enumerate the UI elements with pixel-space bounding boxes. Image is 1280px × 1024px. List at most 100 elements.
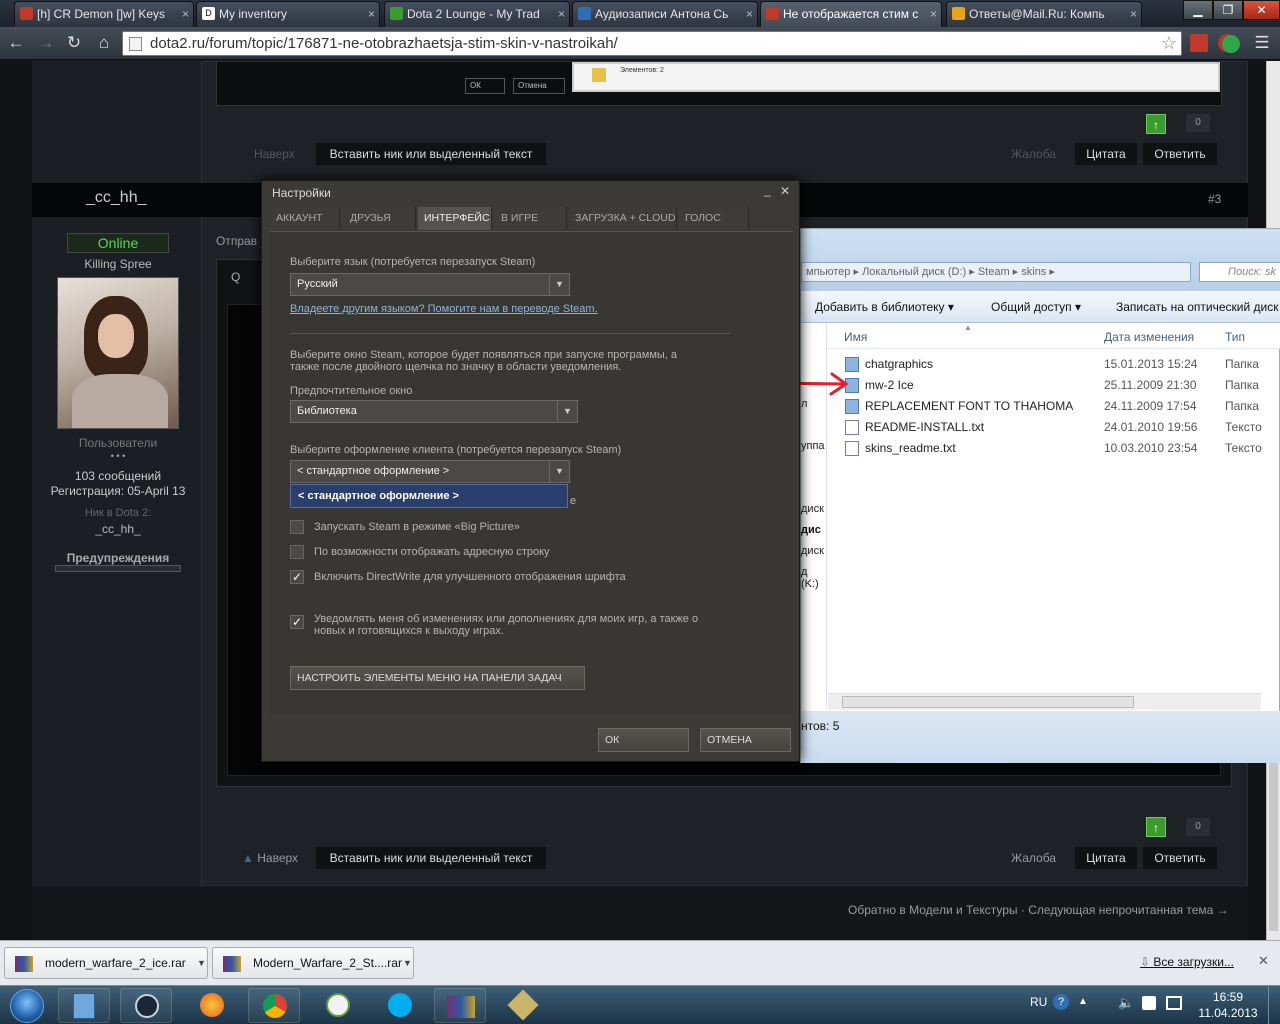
browser-tab-active[interactable]: Не отображается стим с ×	[760, 1, 942, 27]
tab-account[interactable]: АККАУНТ	[270, 207, 340, 230]
back-to-section-link[interactable]: Обратно в Модели и Текстуры	[848, 903, 1018, 917]
file-row[interactable]: mw-2 Ice 25.11.2009 21:30 Папка	[845, 375, 1280, 396]
chevron-down-icon[interactable]: ▼	[403, 948, 412, 978]
taskbar-chrome[interactable]	[248, 988, 300, 1023]
column-name[interactable]: Имя	[844, 330, 867, 344]
breadcrumb-item[interactable]: Steam	[978, 266, 1010, 278]
file-row[interactable]: chatgraphics 15.01.2013 15:24 Папка	[845, 354, 1280, 375]
browser-tab[interactable]: [h] CR Demon []w] Keys ×	[14, 1, 194, 27]
burn-disc-button[interactable]: Записать на оптический диск	[1116, 300, 1279, 314]
breadcrumb-item[interactable]: Локальный диск (D:)	[862, 266, 966, 278]
tab-close-icon[interactable]: ×	[558, 2, 565, 26]
tray-expand-icon[interactable]: ▲	[1078, 996, 1088, 1007]
show-desktop-button[interactable]	[1268, 986, 1280, 1024]
explorer-search-input[interactable]: Поиск: sk	[1199, 262, 1280, 282]
nav-item[interactable]: диск	[801, 545, 824, 557]
explorer-address-bar[interactable]: мпьютер ▸ Локальный диск (D:) ▸ Steam ▸ …	[801, 262, 1191, 282]
horizontal-scrollbar[interactable]	[828, 693, 1261, 710]
file-row[interactable]: REPLACEMENT FONT TO THAHOMA 24.11.2009 1…	[845, 396, 1280, 417]
next-unread-topic-link[interactable]: Следующая непрочитанная тема →	[1028, 903, 1228, 917]
clock-time[interactable]: 16:59	[1196, 990, 1260, 1004]
taskbar-steam[interactable]	[120, 988, 172, 1023]
avatar[interactable]	[57, 277, 179, 429]
all-downloads-link[interactable]: ⇩ Все загрузки...	[1140, 955, 1234, 969]
download-item[interactable]: Modern_Warfare_2_St....rar ▼	[212, 947, 414, 979]
browser-tab[interactable]: Dota 2 Lounge - My Trad ×	[384, 1, 570, 27]
taskbar-utorrent[interactable]	[310, 988, 362, 1023]
extension-globe-icon[interactable]	[1222, 35, 1240, 53]
big-picture-checkbox[interactable]	[290, 520, 304, 534]
file-row[interactable]: README-INSTALL.txt 24.01.2010 19:56 Текс…	[845, 417, 1280, 438]
post-number[interactable]: #3	[1208, 192, 1221, 206]
quote-button[interactable]: Цитата	[1075, 143, 1137, 165]
upvote-button[interactable]: ↑	[1146, 114, 1166, 134]
taskbar-skype[interactable]	[372, 988, 424, 1023]
post-author[interactable]: _cc_hh_	[86, 189, 147, 207]
dialog-minimize-button[interactable]: _	[764, 183, 771, 197]
bookmark-star-icon[interactable]: ☆	[1161, 32, 1177, 55]
breadcrumb-item[interactable]: skins	[1021, 266, 1046, 278]
quote-button[interactable]: Цитата	[1075, 847, 1137, 869]
network-icon[interactable]	[1166, 996, 1182, 1010]
horizontal-scrollbar-thumb[interactable]	[842, 696, 1134, 708]
download-item[interactable]: modern_warfare_2_ice.rar ▼	[4, 947, 208, 979]
report-link[interactable]: Жалоба	[1011, 851, 1056, 865]
tab-close-icon[interactable]: ×	[368, 2, 375, 26]
tab-interface[interactable]: ИНТЕРФЕЙС	[418, 207, 492, 230]
back-to-top-link[interactable]: ▲ Наверх	[242, 851, 298, 865]
tab-close-icon[interactable]: ×	[182, 2, 189, 26]
page-scrollbar-thumb[interactable]	[1269, 761, 1278, 931]
extension-dota-icon[interactable]	[1190, 34, 1208, 52]
help-icon[interactable]: ?	[1053, 994, 1069, 1010]
nav-item[interactable]: дис	[801, 524, 821, 536]
clock-date[interactable]: 11.04.2013	[1196, 1006, 1260, 1020]
chevron-down-icon[interactable]: ▼	[197, 948, 206, 978]
insert-nick-button[interactable]: Вставить ник или выделенный текст	[316, 847, 546, 869]
tab-close-icon[interactable]: ×	[746, 2, 753, 26]
tab-friends[interactable]: ДРУЗЬЯ	[344, 207, 416, 230]
file-row[interactable]: skins_readme.txt 10.03.2010 23:54 Тексто	[845, 438, 1280, 459]
add-to-library-button[interactable]: Добавить в библиотеку ▾	[815, 300, 954, 314]
preferred-window-select[interactable]: Библиотека ▼	[290, 400, 578, 423]
tab-close-icon[interactable]: ×	[1130, 2, 1137, 26]
dialog-close-button[interactable]: ✕	[780, 184, 790, 198]
share-button[interactable]: Общий доступ ▾	[991, 300, 1081, 314]
reply-button[interactable]: Ответить	[1143, 847, 1217, 869]
nav-item[interactable]: д (K:)	[801, 566, 826, 590]
insert-nick-button[interactable]: Вставить ник или выделенный текст	[316, 143, 546, 165]
tab-downloads-cloud[interactable]: ЗАГРУЗКА + CLOUD	[569, 207, 677, 230]
taskbar-menu-button[interactable]: НАСТРОИТЬ ЭЛЕМЕНТЫ МЕНЮ НА ПАНЕЛИ ЗАДАЧ	[290, 666, 585, 690]
reply-button[interactable]: Ответить	[1143, 143, 1217, 165]
report-link[interactable]: Жалоба	[1011, 147, 1056, 161]
language-select[interactable]: Русский ▼	[290, 273, 570, 296]
skin-dropdown-option[interactable]: < стандартное оформление >	[290, 484, 568, 508]
cancel-button[interactable]: ОТМЕНА	[700, 728, 791, 752]
volume-icon[interactable]: 🔈	[1118, 995, 1134, 1011]
back-icon[interactable]: ←	[4, 32, 28, 54]
address-bar[interactable]: dota2.ru/forum/topic/176871-ne-otobrazha…	[122, 31, 1182, 56]
home-icon[interactable]: ⌂	[92, 32, 116, 54]
window-minimize-button[interactable]: ▁	[1183, 0, 1213, 20]
browser-tab[interactable]: D My inventory ×	[196, 1, 380, 27]
browser-tab[interactable]: Ответы@Mail.Ru: Компь ×	[946, 1, 1142, 27]
address-bar-checkbox[interactable]	[290, 545, 304, 559]
reload-icon[interactable]: ↻	[62, 32, 86, 54]
upvote-button[interactable]: ↑	[1146, 817, 1166, 837]
taskbar-tools[interactable]	[496, 988, 548, 1023]
column-type[interactable]: Тип	[1225, 330, 1245, 344]
downloads-bar-close-button[interactable]: ✕	[1258, 953, 1269, 969]
translate-help-link[interactable]: Владеете другим языком? Помогите нам в п…	[290, 303, 598, 315]
ok-button[interactable]: ОК	[598, 728, 689, 752]
window-close-button[interactable]: ✕	[1243, 0, 1280, 20]
skin-select[interactable]: < стандартное оформление > ▼	[290, 460, 570, 483]
breadcrumb-item[interactable]: мпьютер	[806, 266, 850, 278]
directwrite-checkbox[interactable]: ✓	[290, 570, 304, 584]
tab-close-icon[interactable]: ×	[930, 2, 937, 26]
settings-wrench-icon[interactable]: ☰	[1250, 31, 1274, 55]
taskbar-firefox[interactable]	[184, 988, 236, 1023]
taskbar-explorer[interactable]	[58, 988, 110, 1023]
forward-icon[interactable]: →	[34, 32, 58, 54]
tab-voice[interactable]: ГОЛОС	[679, 207, 749, 230]
window-maximize-button[interactable]: ❐	[1213, 0, 1243, 20]
tab-in-game[interactable]: В ИГРЕ	[495, 207, 567, 230]
